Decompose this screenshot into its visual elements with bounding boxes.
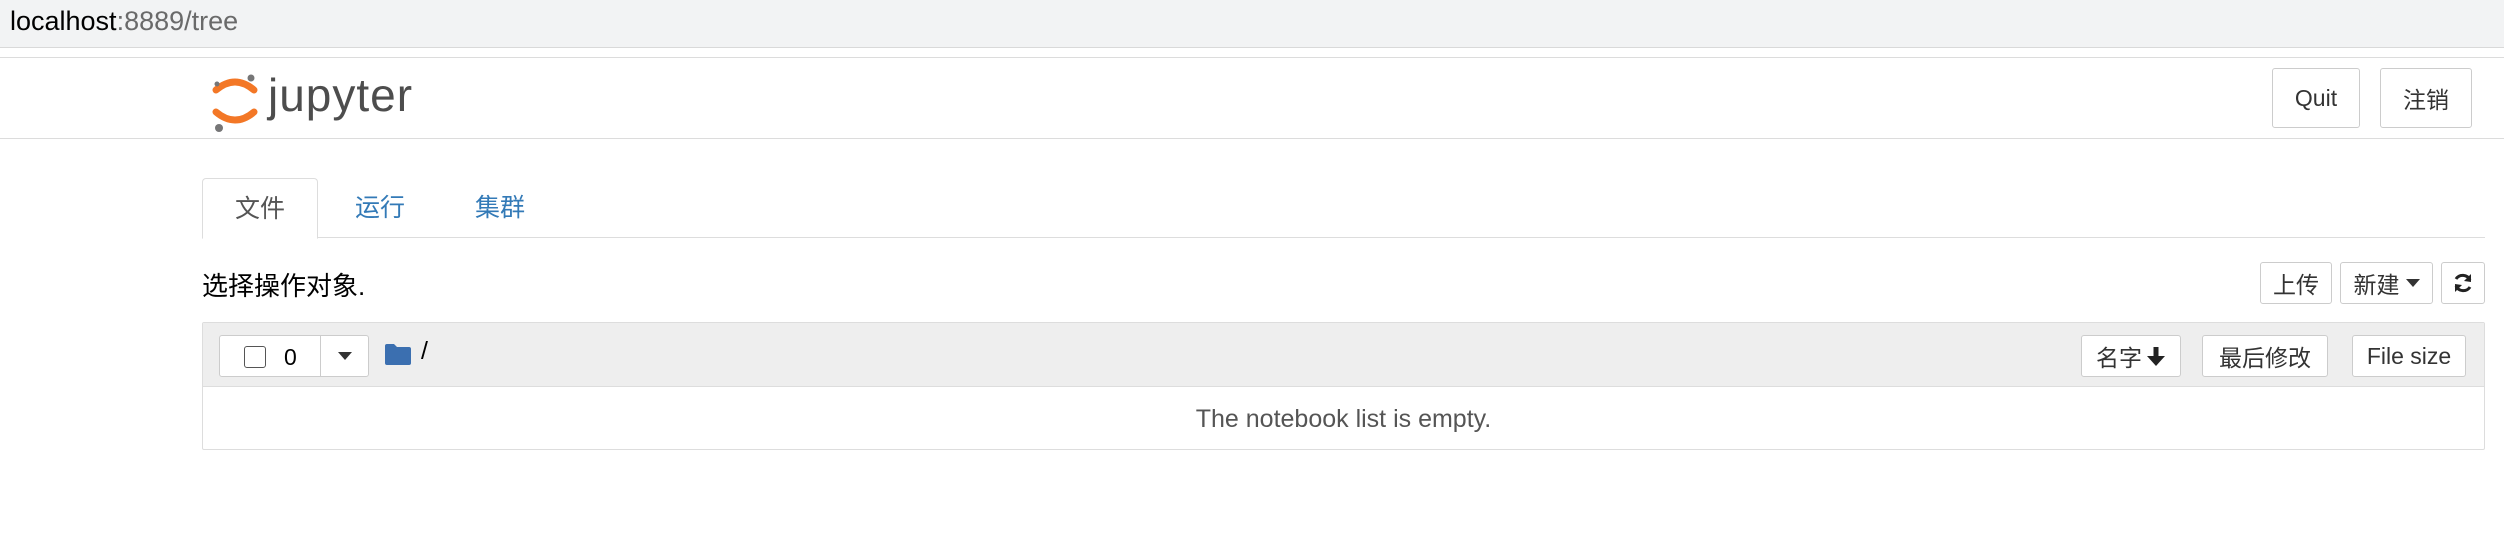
refresh-icon xyxy=(2454,273,2472,293)
arrow-down-icon xyxy=(2147,347,2165,366)
jupyter-logo-icon xyxy=(212,74,258,132)
folder-icon[interactable] xyxy=(385,343,411,365)
empty-list-message: The notebook list is empty. xyxy=(1195,405,1492,433)
current-path[interactable]: / xyxy=(421,337,428,366)
select-menu-button[interactable] xyxy=(320,335,369,377)
new-label: 新建 xyxy=(2353,272,2400,298)
quit-button[interactable]: Quit xyxy=(2272,68,2360,128)
select-all-group: 0 xyxy=(219,335,369,377)
address-bar[interactable]: localhost:8889/tree xyxy=(0,0,2504,48)
tab-divider xyxy=(202,237,2485,238)
tab-files[interactable]: 文件 xyxy=(202,178,318,239)
jupyter-wordmark: jupyter xyxy=(268,69,414,121)
caret-down-icon xyxy=(2405,279,2420,287)
refresh-button[interactable] xyxy=(2441,262,2485,304)
select-all-checkbox[interactable] xyxy=(244,346,266,368)
tab-clusters[interactable]: 集群 xyxy=(460,178,540,238)
sort-last-modified-button[interactable]: 最后修改 xyxy=(2202,335,2328,377)
sort-name-label: 名字 xyxy=(2096,345,2142,371)
url-rest: :8889/tree xyxy=(116,6,239,36)
selected-count: 0 xyxy=(284,344,297,370)
url-text: localhost:8889/tree xyxy=(10,1,238,41)
logout-button[interactable]: 注销 xyxy=(2380,68,2472,128)
notebook-list: 0 / 名字 最后修改 File size The notebook list … xyxy=(202,322,2485,450)
tab-running[interactable]: 运行 xyxy=(340,178,420,238)
sort-name-button[interactable]: 名字 xyxy=(2081,335,2181,377)
notebook-list-header: 0 / 名字 最后修改 File size xyxy=(203,323,2484,387)
caret-down-icon xyxy=(338,352,352,360)
new-dropdown-button[interactable]: 新建 xyxy=(2340,262,2433,304)
upload-button[interactable]: 上传 xyxy=(2260,262,2332,304)
jupyter-header: jupyter xyxy=(0,57,2504,139)
url-host: localhost xyxy=(10,6,117,36)
sort-file-size-button[interactable]: File size xyxy=(2352,335,2466,377)
selection-hint: 选择操作对象. xyxy=(202,271,366,301)
